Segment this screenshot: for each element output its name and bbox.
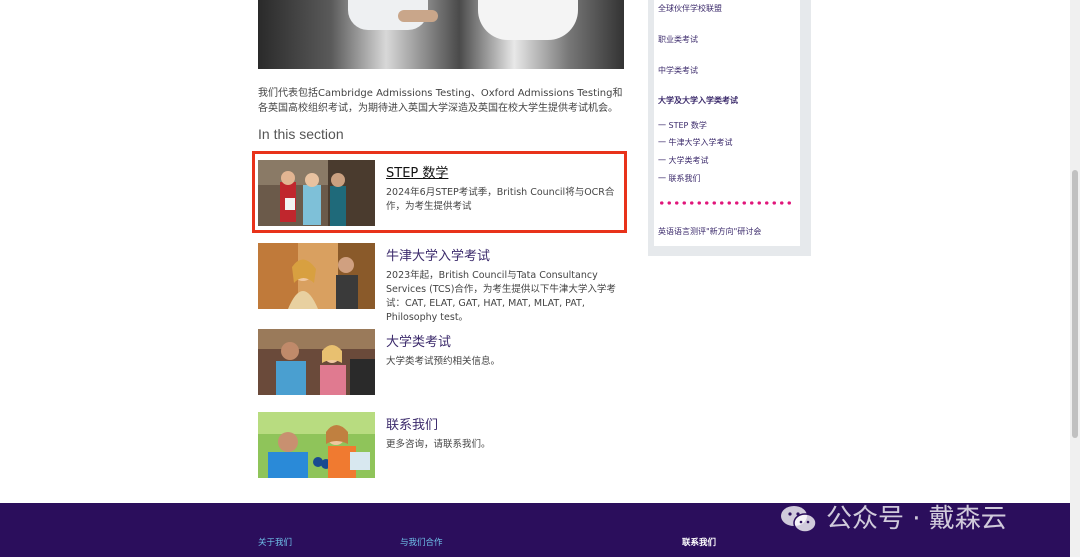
university-thumbnail[interactable] <box>258 329 375 395</box>
item-description: 大学类考试预约相关信息。 <box>386 356 501 367</box>
sidebar-link-seminar[interactable]: 英语语言测评"新方向"研讨会 <box>658 226 761 237</box>
watermark-text: 公众号 · 戴森云 <box>826 504 1007 534</box>
footer-link-contact[interactable]: 联系我们 <box>682 536 716 548</box>
sidebar-link-university[interactable]: 大学及大学入学类考试 <box>658 95 738 106</box>
sidebar-sub-step[interactable]: 一 STEP 数学 <box>658 120 707 131</box>
item-title[interactable]: 大学类考试 <box>386 331 451 350</box>
sidebar-link-secondary[interactable]: 中学类考试 <box>658 65 698 76</box>
page: 我们代表包括Cambridge Admissions Testing、Oxfor… <box>0 0 1080 557</box>
sidebar-sub-university[interactable]: 一 大学类考试 <box>658 155 709 166</box>
list-item-university[interactable]: 大学类考试 大学类考试预约相关信息。 <box>258 329 624 395</box>
highlight-box <box>252 151 627 233</box>
item-description: 2023年起，British Council与Tata Consultancy … <box>386 270 616 323</box>
dotted-divider <box>658 200 792 206</box>
item-title[interactable]: 牛津大学入学考试 <box>386 245 490 264</box>
oxford-thumbnail[interactable] <box>258 243 375 309</box>
contact-thumbnail[interactable] <box>258 412 375 478</box>
intro-text: 我们代表包括Cambridge Admissions Testing、Oxfor… <box>258 88 623 114</box>
sidebar-sub-oxford[interactable]: 一 牛津大学入学考试 <box>658 137 733 148</box>
wechat-icon <box>780 504 818 534</box>
hero-image <box>258 0 624 69</box>
section-heading: In this section <box>258 126 344 142</box>
sidebar-link-partner-schools[interactable]: 全球伙伴学校联盟 <box>658 3 722 14</box>
list-item-oxford[interactable]: 牛津大学入学考试 2023年起，British Council与Tata Con… <box>258 243 624 323</box>
sidebar-link-vocational[interactable]: 职业类考试 <box>658 34 698 45</box>
list-item-contact[interactable]: 联系我们 更多咨询，请联系我们。 <box>258 412 624 478</box>
scrollbar-thumb[interactable] <box>1072 170 1078 438</box>
footer-link-about[interactable]: 关于我们 <box>258 536 292 548</box>
item-title[interactable]: 联系我们 <box>386 414 438 433</box>
item-description: 更多咨询，请联系我们。 <box>386 439 491 450</box>
footer-link-partner[interactable]: 与我们合作 <box>400 536 443 548</box>
sidebar-sub-contact[interactable]: 一 联系我们 <box>658 173 701 184</box>
